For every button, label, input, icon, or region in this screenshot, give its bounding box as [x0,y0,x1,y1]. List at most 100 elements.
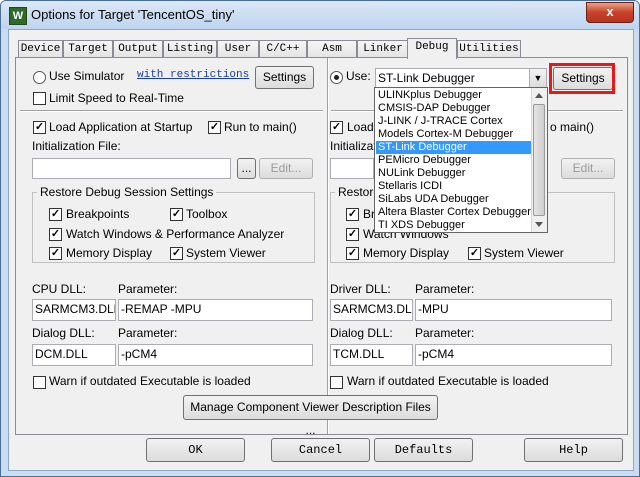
tab-listing[interactable]: Listing [163,40,217,58]
warn-outdated-checkbox[interactable] [33,376,46,389]
memory-display-checkbox[interactable]: ✓ [49,247,62,260]
cpu-dll-input[interactable]: SARMCM3.DLL [32,299,116,321]
close-button[interactable]: x [586,2,634,23]
left-divider [20,110,323,112]
system-viewer-checkbox[interactable]: ✓ [170,247,183,260]
run-to-main-label: Run to main() [224,120,297,134]
init-file-browse-button[interactable]: ... [237,158,256,179]
right-breakpoints-checkbox[interactable]: ✓ [346,208,359,221]
manage-component-viewer-button[interactable]: Manage Component Viewer Description File… [183,395,438,437]
with-restrictions-link[interactable]: with restrictions [137,69,249,81]
watch-windows-checkbox[interactable]: ✓ [49,228,62,241]
driver-param-label: Parameter: [415,282,475,296]
dropdown-item[interactable]: J-LINK / J-TRACE Cortex [376,115,533,128]
keil-app-icon: W [9,7,27,25]
debugger-dropdown-list[interactable]: ULINKplus Debugger CMSIS-DAP Debugger J-… [374,87,548,233]
right-dialog-param-input[interactable]: -pCM4 [415,344,612,366]
init-file-edit-button[interactable]: Edit... [259,158,313,179]
tab-linker[interactable]: Linker [357,40,409,58]
cancel-button[interactable]: Cancel [271,438,370,462]
scroll-up-icon[interactable] [535,93,543,98]
right-run-to-main-label: o main() [550,120,595,134]
dropdown-item[interactable]: SiLabs UDA Debugger [376,193,533,206]
ok-button[interactable]: OK [146,438,245,462]
right-memory-display-checkbox[interactable]: ✓ [346,247,359,260]
right-load-app-label: Load [347,120,374,134]
toolbox-checkbox[interactable]: ✓ [170,208,183,221]
right-dialog-dll-input[interactable]: TCM.DLL [330,344,413,366]
dropdown-item[interactable]: PEMicro Debugger [376,154,533,167]
dropdown-item[interactable]: NULink Debugger [376,167,533,180]
use-debugger-radio[interactable] [330,71,343,84]
chevron-down-icon[interactable]: ▼ [529,69,546,87]
cpu-param-label: Parameter: [118,282,178,296]
tab-debug[interactable]: Debug [407,38,457,59]
dropdown-item-selected[interactable]: ST-Link Debugger [376,141,533,154]
right-memory-display-label: Memory Display [363,246,450,260]
dropdown-item[interactable]: Altera Blaster Cortex Debugger [376,206,533,219]
dropdown-item[interactable]: Models Cortex-M Debugger [376,128,533,141]
debugger-select-value: ST-Link Debugger [378,71,475,85]
memory-display-label: Memory Display [66,246,153,260]
dialog-param-label: Parameter: [118,326,178,340]
dialog-dll-input[interactable]: DCM.DLL [32,344,116,366]
right-warn-outdated-label: Warn if outdated Executable is loaded [347,374,549,388]
right-system-viewer-label: System Viewer [484,246,564,260]
defaults-button[interactable]: Defaults [374,438,473,462]
window-title: Options for Target 'TencentOS_tiny' [31,7,235,22]
load-app-checkbox[interactable]: ✓ [33,121,46,134]
right-load-app-checkbox[interactable]: ✓ [330,121,343,134]
load-app-label: Load Application at Startup [49,120,193,134]
driver-dll-label: Driver DLL: [330,282,391,296]
watch-windows-label: Watch Windows & Performance Analyzer [66,227,285,241]
use-simulator-label: Use Simulator [49,69,125,83]
init-file-label: Initialization File: [32,139,121,153]
title-bar[interactable]: W Options for Target 'TencentOS_tiny' x [1,1,639,29]
dropdown-item[interactable]: CMSIS-DAP Debugger [376,102,533,115]
breakpoints-label: Breakpoints [66,207,130,221]
toolbox-label: Toolbox [186,207,228,221]
help-button[interactable]: Help [524,438,623,462]
run-to-main-checkbox[interactable]: ✓ [208,121,221,134]
dropdown-item[interactable]: TI XDS Debugger [376,219,533,232]
options-window: W Options for Target 'TencentOS_tiny' x … [0,0,640,477]
panel-divider [327,58,329,434]
dropdown-item[interactable]: ULINKplus Debugger [376,89,533,102]
init-file-input[interactable] [32,158,231,179]
dropdown-scrollbar[interactable] [531,88,547,232]
limit-speed-label: Limit Speed to Real-Time [49,91,184,105]
cpu-param-input[interactable]: -REMAP -MPU [118,299,313,321]
right-init-file-input[interactable] [330,158,374,179]
breakpoints-checkbox[interactable]: ✓ [49,208,62,221]
tab-output[interactable]: Output [113,40,163,58]
right-dialog-dll-label: Dialog DLL: [330,326,393,340]
right-init-file-edit-button[interactable]: Edit... [561,158,615,179]
tab-c-cpp[interactable]: C/C++ [259,40,307,58]
dialog-dll-label: Dialog DLL: [32,326,95,340]
dropdown-item[interactable]: Stellaris ICDI [376,180,533,193]
tab-user[interactable]: User [217,40,259,58]
driver-param-input[interactable]: -MPU [415,299,612,321]
warn-outdated-label: Warn if outdated Executable is loaded [49,374,251,388]
limit-speed-checkbox[interactable] [33,92,46,105]
dialog-param-input[interactable]: -pCM4 [118,344,313,366]
settings-highlight-box [549,63,615,94]
use-simulator-radio[interactable] [33,71,46,84]
simulator-settings-button[interactable]: Settings [255,66,314,89]
debugger-select[interactable]: ST-Link Debugger ▼ [375,68,547,88]
system-viewer-label: System Viewer [186,246,266,260]
right-watch-windows-checkbox[interactable]: ✓ [346,228,359,241]
tab-target[interactable]: Target [63,40,113,58]
use-label: Use: [346,69,371,83]
tab-device[interactable]: Device [18,40,63,58]
tab-asm[interactable]: Asm [307,40,357,58]
scroll-down-icon[interactable] [535,222,543,227]
cpu-dll-label: CPU DLL: [32,282,87,296]
tab-utilities[interactable]: Utilities [457,40,521,58]
restore-settings-title: Restore Debug Session Settings [37,185,217,199]
driver-dll-input[interactable]: SARMCM3.DLL [330,299,413,321]
right-system-viewer-checkbox[interactable]: ✓ [468,247,481,260]
right-dialog-param-label: Parameter: [415,326,475,340]
scroll-thumb[interactable] [533,104,545,216]
right-warn-outdated-checkbox[interactable] [330,376,343,389]
